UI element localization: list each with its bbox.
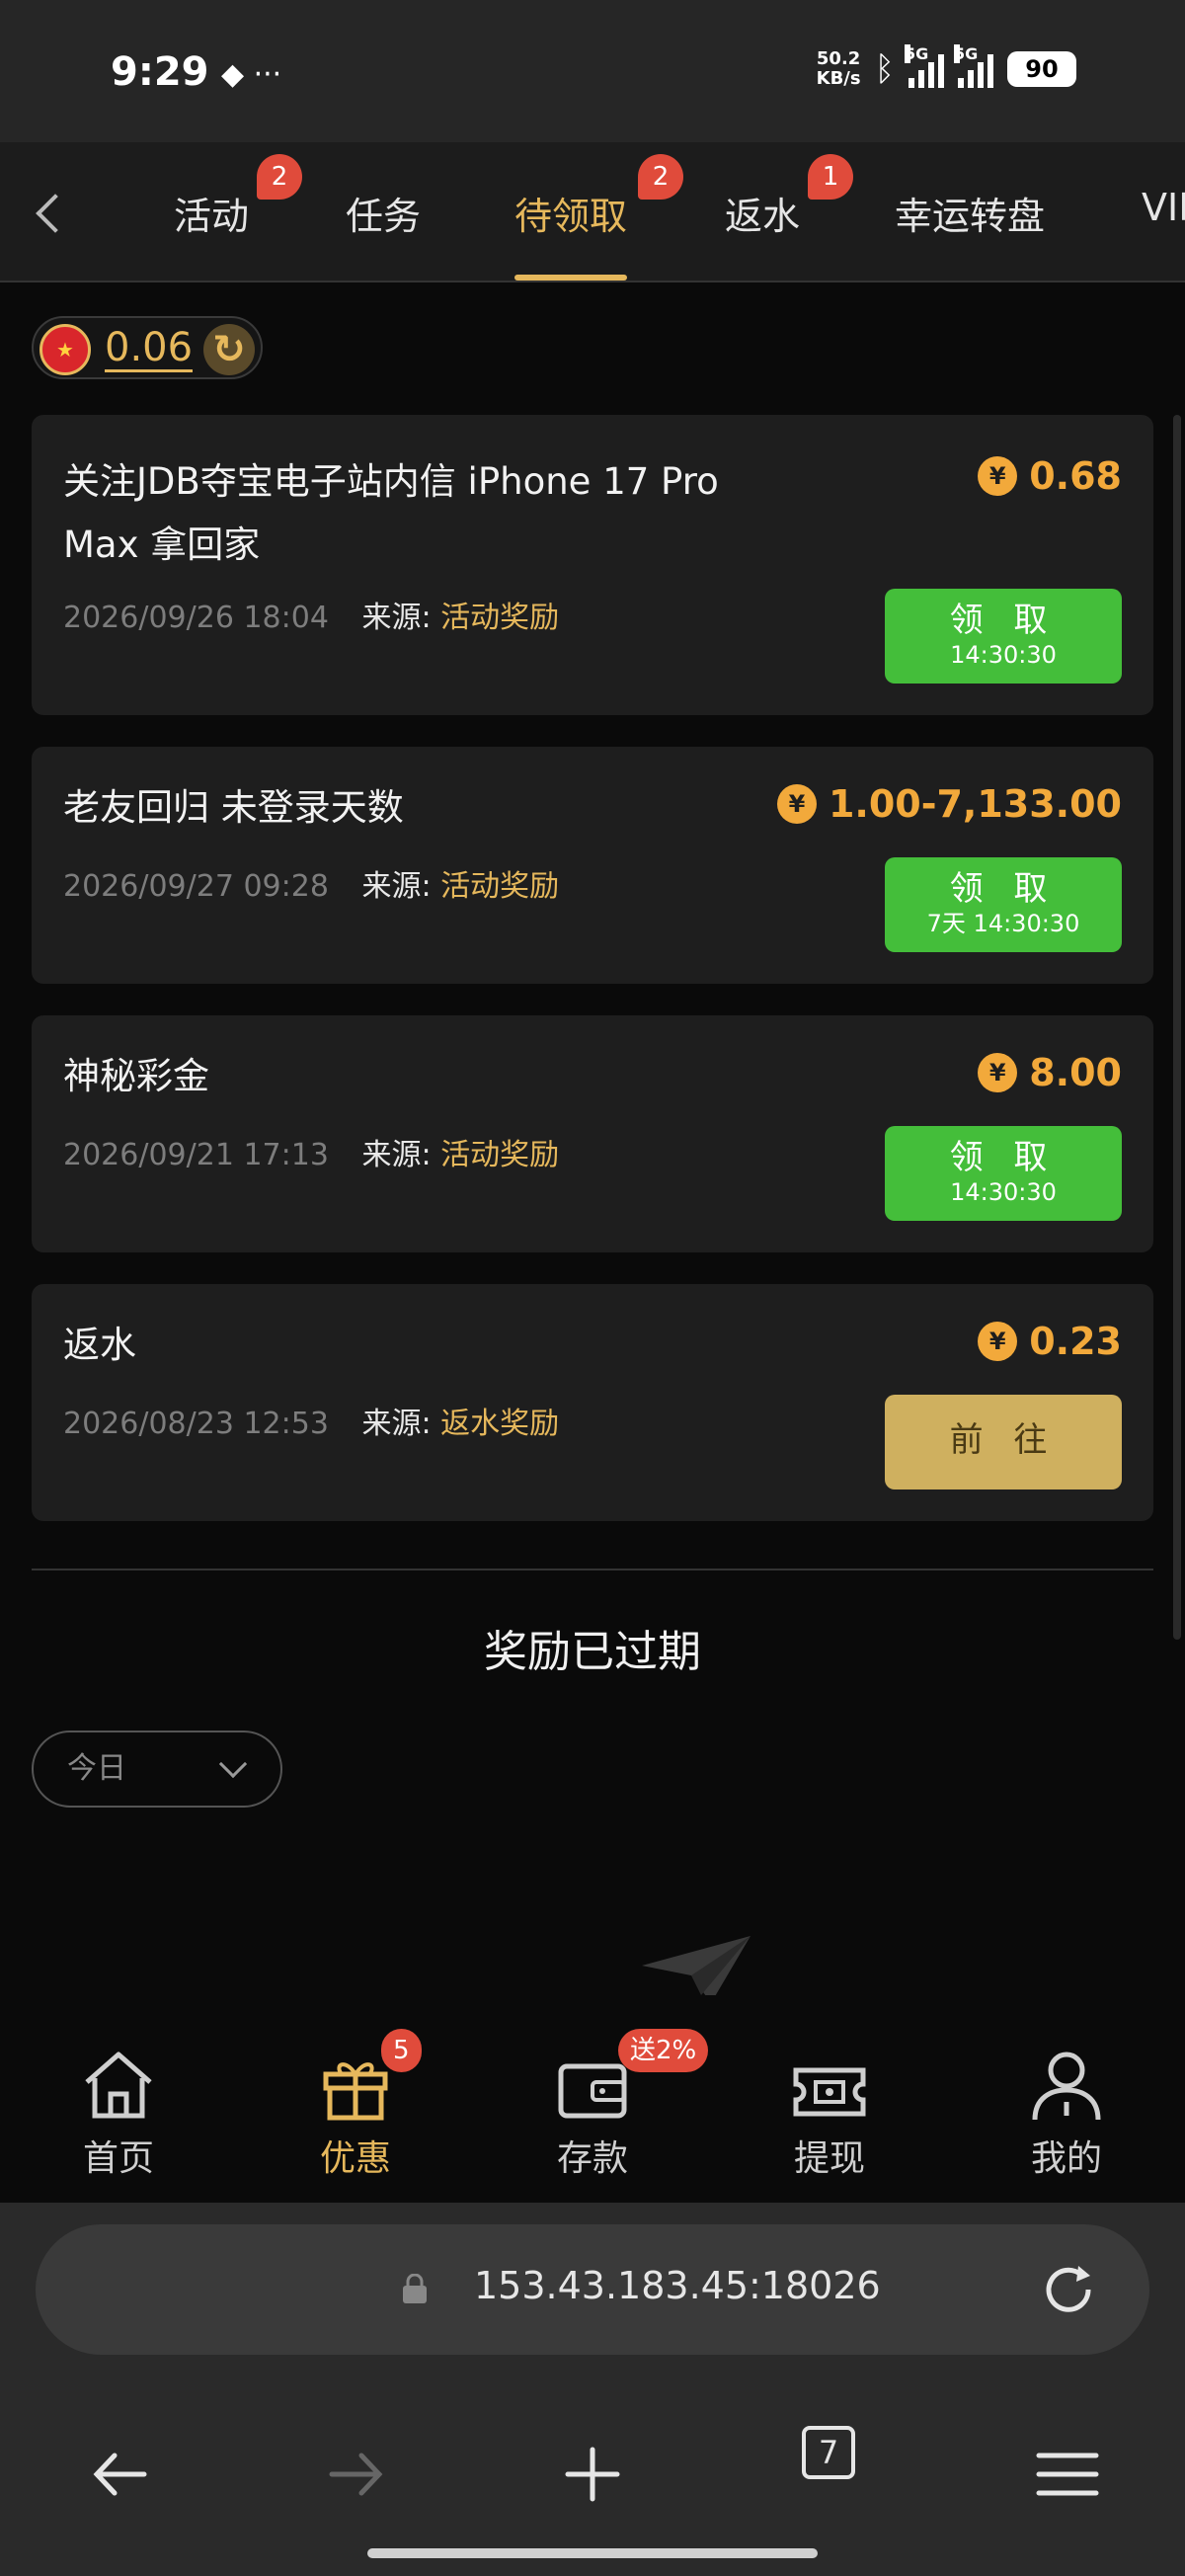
nav-deposit[interactable]: 送2% 存款 [523, 2029, 709, 2181]
battery-icon: 90 [1007, 51, 1076, 87]
cn-flag-icon: ★ [40, 324, 91, 375]
reward-source: 活动奖励 [440, 869, 560, 904]
tab-switcher-button[interactable]: 7 [802, 2426, 855, 2479]
coin-icon: ¥ [978, 1322, 1018, 1361]
reward-amount: ¥ 8.00 [978, 1051, 1122, 1094]
reward-amount: ¥ 0.68 [978, 454, 1122, 498]
tab-activity[interactable]: 活动 [174, 186, 249, 240]
user-icon [1032, 2052, 1101, 2121]
status-right-icons: 50.2 KB/s ᛒ 5G 5G 90 [816, 44, 1076, 89]
status-bar: 9:29 ◆ ··· 50.2 KB/s ᛒ 5G 5G 90 [0, 0, 1185, 142]
scrollbar[interactable] [1173, 415, 1181, 1640]
claim-button[interactable]: 领 取 14:30:30 [885, 1126, 1122, 1221]
date-filter-dropdown[interactable]: 今日 [32, 1731, 282, 1808]
reward-source: 活动奖励 [440, 1138, 560, 1172]
reward-meta: 2026/09/21 17:13 来源: 活动奖励 [63, 1130, 559, 1173]
withdraw-icon [793, 2067, 866, 2117]
url-bar[interactable]: 153.43.183.45:18026 [36, 2224, 1149, 2355]
reward-source: 返水奖励 [440, 1407, 560, 1441]
tab-pending[interactable]: 待领取 [514, 186, 627, 240]
coin-icon: ¥ [978, 1053, 1018, 1092]
coin-icon: ¥ [978, 456, 1018, 496]
reward-date: 2026/09/27 09:28 [63, 869, 329, 904]
reward-title: 关注JDB夺宝电子站内信 iPhone 17 Pro Max 拿回家 [63, 460, 719, 566]
tab-lucky-wheel[interactable]: 幸运转盘 [895, 186, 1045, 240]
tab-rebate-badge: 1 [808, 154, 853, 200]
reward-source-label: 来源: [361, 1407, 432, 1441]
tab-rebate[interactable]: 返水 [725, 186, 800, 240]
home-icon [85, 2052, 152, 2119]
go-button[interactable]: 前 往 [885, 1395, 1122, 1489]
active-tab-indicator [514, 275, 627, 281]
category-tabbar: 活动 2 任务 待领取 2 返水 1 幸运转盘 VIP [0, 142, 1185, 282]
reward-card: 老友回归 未登录天数 2026/09/27 09:28 来源: 活动奖励 ¥ 1… [32, 747, 1153, 984]
browser-toolbar: 153.43.183.45:18026 [0, 2203, 1185, 2576]
status-time: 9:29 [111, 49, 209, 95]
url-text: 153.43.183.45:18026 [474, 2264, 881, 2307]
reward-source: 活动奖励 [440, 601, 560, 635]
reward-amount: ¥ 1.00-7,133.00 [776, 782, 1122, 826]
home-indicator[interactable] [367, 2548, 818, 2558]
reward-card: 关注JDB夺宝电子站内信 iPhone 17 Pro Max 拿回家 2026/… [32, 415, 1153, 715]
coin-icon: ¥ [776, 784, 817, 824]
balance-amount: 0.06 [105, 325, 194, 372]
reward-card: 神秘彩金 2026/09/21 17:13 来源: 活动奖励 ¥ 8.00 领 … [32, 1015, 1153, 1252]
expired-section-title: 奖励已过期 [484, 1627, 701, 1677]
signal-icon: 5G [905, 44, 944, 88]
reward-date: 2026/09/21 17:13 [63, 1138, 329, 1172]
forward-icon[interactable] [322, 2440, 391, 2509]
nav-withdraw[interactable]: 提现 [760, 2045, 899, 2181]
new-tab-icon[interactable] [558, 2440, 627, 2509]
claim-button[interactable]: 领 取 14:30:30 [885, 589, 1122, 684]
reward-meta: 2026/08/23 12:53 来源: 返水奖励 [63, 1399, 559, 1442]
bottom-navigation: 首页 5 优惠 送2% 存款 提现 我的 [0, 1995, 1185, 2203]
reward-source-label: 来源: [361, 601, 432, 635]
claim-button[interactable]: 领 取 7天 14:30:30 [885, 857, 1122, 952]
refresh-balance-icon[interactable]: ↻ [203, 324, 255, 375]
balance-pill: ★ 0.06 ↻ [32, 316, 263, 379]
lock-icon [403, 2274, 427, 2303]
status-notification-icons: ◆ ··· [221, 57, 282, 92]
reward-meta: 2026/09/26 18:04 来源: 活动奖励 [63, 593, 559, 636]
reward-source-label: 来源: [361, 1138, 432, 1172]
section-divider [32, 1569, 1153, 1570]
tab-vip[interactable]: VIP [1142, 186, 1185, 229]
reward-meta: 2026/09/27 09:28 来源: 活动奖励 [63, 861, 559, 905]
reward-source-label: 来源: [361, 869, 432, 904]
nav-home[interactable]: 首页 [49, 2045, 188, 2181]
reload-icon[interactable] [1039, 2260, 1098, 2319]
reward-date: 2026/08/23 12:53 [63, 1407, 329, 1441]
reward-title: 神秘彩金 [63, 1055, 209, 1097]
tab-activity-badge: 2 [257, 154, 302, 200]
reward-date: 2026/09/26 18:04 [63, 601, 329, 635]
signal-icon-2: 5G [954, 44, 993, 88]
reward-title: 老友回归 未登录天数 [63, 786, 404, 829]
back-arrow-icon[interactable] [32, 182, 71, 241]
nav-profile[interactable]: 我的 [997, 2045, 1136, 2181]
bluetooth-icon: ᛒ [874, 49, 895, 89]
net-speed: 50.2 KB/s [816, 48, 861, 89]
menu-icon[interactable] [1033, 2440, 1102, 2509]
nav-promotions[interactable]: 5 优惠 [286, 2029, 425, 2181]
nav-promotions-badge: 5 [381, 2029, 422, 2072]
back-icon[interactable] [85, 2440, 154, 2509]
chevron-down-icon [218, 1749, 248, 1779]
nav-deposit-badge: 送2% [618, 2029, 709, 2072]
reward-amount: ¥ 0.23 [978, 1320, 1122, 1363]
tab-tasks[interactable]: 任务 [346, 186, 421, 240]
tab-pending-badge: 2 [638, 154, 683, 200]
reward-card: 返水 2026/08/23 12:53 来源: 返水奖励 ¥ 0.23 前 往 [32, 1284, 1153, 1521]
reward-title: 返水 [63, 1324, 136, 1366]
